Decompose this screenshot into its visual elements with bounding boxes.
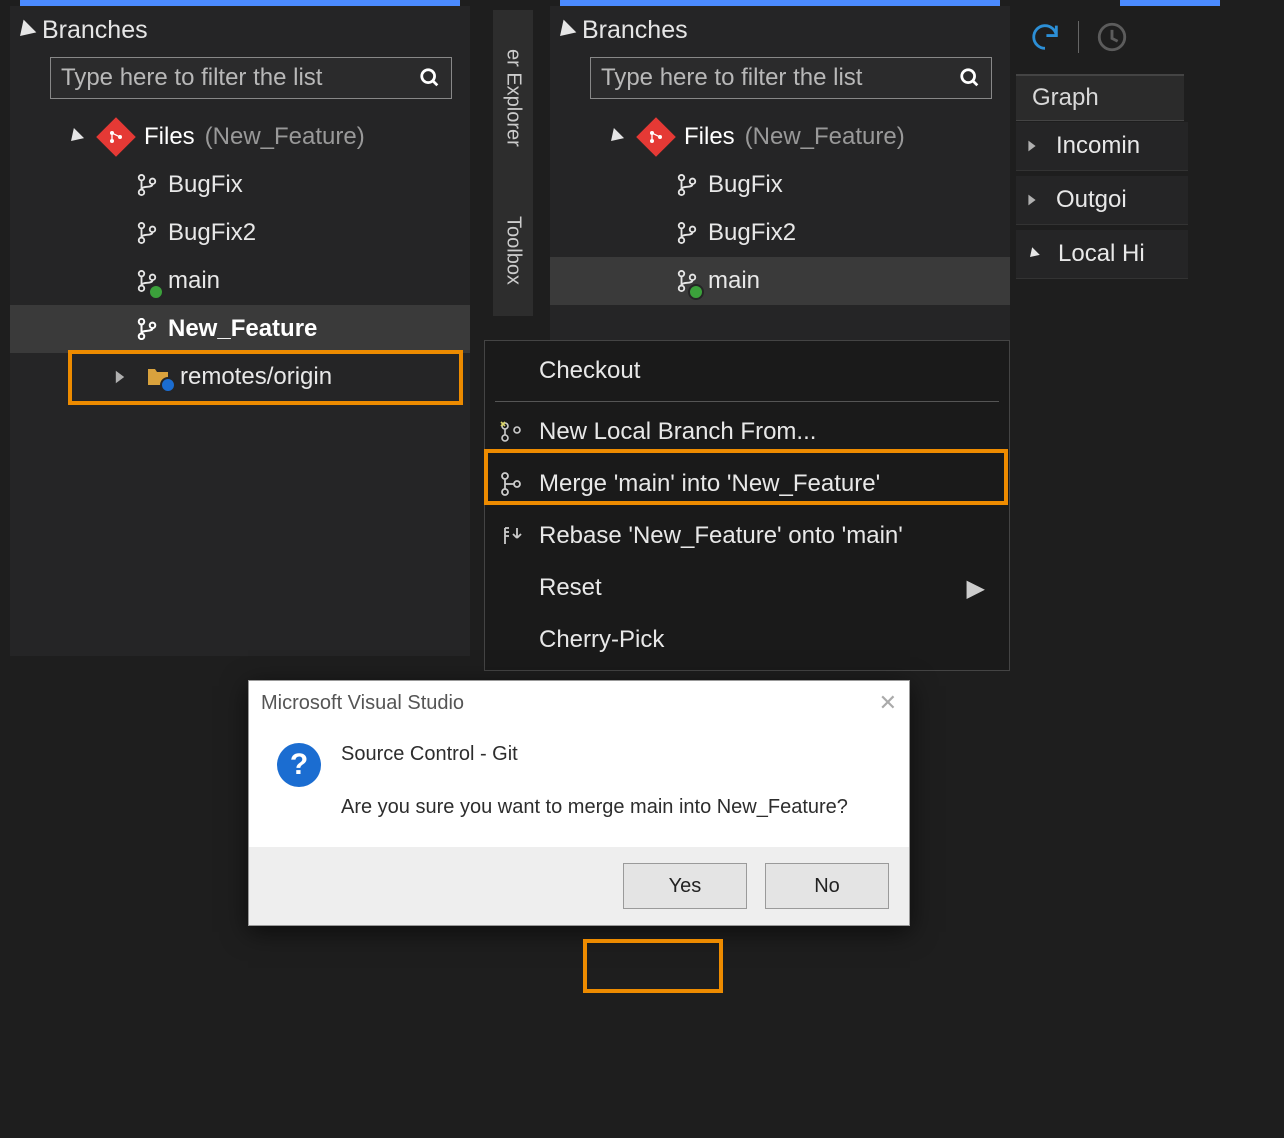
- expand-icon: [66, 128, 84, 146]
- expand-icon: [14, 19, 37, 42]
- branch-item-bugfix[interactable]: BugFix: [10, 161, 470, 209]
- yes-button[interactable]: Yes: [623, 863, 747, 909]
- files-label: Files: [684, 123, 735, 151]
- branches-header[interactable]: Branches: [10, 6, 470, 51]
- repo-node[interactable]: Files (New_Feature): [10, 113, 470, 161]
- branches-title: Branches: [42, 16, 148, 45]
- fetch-icon[interactable]: [1095, 20, 1129, 54]
- expand-icon: [1028, 141, 1035, 152]
- expand-icon: [1026, 247, 1040, 261]
- menu-checkout[interactable]: Checkout: [485, 345, 1009, 397]
- menu-merge[interactable]: Merge 'main' into 'New_Feature': [485, 458, 1009, 510]
- branch-icon: [136, 270, 158, 292]
- up-arrow-badge-icon: [148, 284, 164, 300]
- branch-label: main: [168, 267, 220, 295]
- branches-panel-left: Branches Type here to filter the list Fi…: [10, 6, 470, 656]
- separator: [1078, 21, 1079, 53]
- dialog-message: Are you sure you want to merge main into…: [341, 796, 848, 819]
- branch-icon: [676, 222, 698, 244]
- branch-label: main: [708, 267, 760, 295]
- filter-input[interactable]: Type here to filter the list: [590, 57, 992, 99]
- branch-tree: Files (New_Feature) BugFix BugFix2 main …: [10, 109, 470, 405]
- filter-input[interactable]: Type here to filter the list: [50, 57, 452, 99]
- branch-item-bugfix[interactable]: BugFix: [550, 161, 1010, 209]
- remote-badge-icon: [160, 377, 176, 393]
- files-label: Files: [144, 123, 195, 151]
- menu-reset[interactable]: Reset ▶: [485, 562, 1009, 614]
- expand-icon: [1028, 195, 1035, 206]
- context-menu: Checkout New Local Branch From... Merge …: [484, 340, 1010, 671]
- dialog-heading: Source Control - Git: [341, 743, 848, 766]
- new-branch-icon: [497, 418, 525, 446]
- separator: [495, 401, 999, 402]
- expand-icon: [606, 128, 624, 146]
- branch-label: BugFix: [168, 171, 243, 199]
- highlight-box: [583, 939, 723, 993]
- question-icon: ?: [277, 743, 321, 787]
- branches-panel-right: Branches Type here to filter the list Fi…: [550, 6, 1010, 346]
- refresh-icon[interactable]: [1028, 20, 1062, 54]
- side-tab-explorer[interactable]: er Explorer: [493, 10, 533, 186]
- branch-label: BugFix2: [168, 219, 256, 247]
- git-icon: [96, 117, 136, 157]
- side-tab-toolbox[interactable]: Toolbox: [493, 184, 533, 316]
- branch-icon: [136, 318, 158, 340]
- no-button[interactable]: No: [765, 863, 889, 909]
- search-icon[interactable]: [419, 67, 441, 89]
- branch-tree: Files (New_Feature) BugFix BugFix2 main: [550, 109, 1010, 309]
- menu-cherry-pick[interactable]: Cherry-Pick: [485, 614, 1009, 666]
- branch-item-bugfix2[interactable]: BugFix2: [10, 209, 470, 257]
- graph-header[interactable]: Graph: [1016, 74, 1184, 121]
- branches-header[interactable]: Branches: [550, 6, 1010, 51]
- menu-new-branch[interactable]: New Local Branch From...: [485, 406, 1009, 458]
- toolbar: [1028, 20, 1129, 54]
- close-icon[interactable]: ✕: [879, 690, 897, 716]
- branch-icon: [136, 222, 158, 244]
- remotes-node[interactable]: remotes/origin: [10, 353, 470, 401]
- files-branch: (New_Feature): [745, 123, 905, 151]
- branches-title: Branches: [582, 16, 688, 45]
- search-icon[interactable]: [959, 67, 981, 89]
- merge-icon: [497, 470, 525, 498]
- confirm-dialog: Microsoft Visual Studio ✕ ? Source Contr…: [248, 680, 910, 926]
- menu-rebase[interactable]: Rebase 'New_Feature' onto 'main': [485, 510, 1009, 562]
- branch-label: BugFix2: [708, 219, 796, 247]
- remotes-label: remotes/origin: [180, 363, 332, 391]
- branch-item-newfeature[interactable]: New_Feature: [10, 305, 470, 353]
- git-icon: [636, 117, 676, 157]
- branch-icon: [136, 174, 158, 196]
- up-arrow-badge-icon: [688, 284, 704, 300]
- folder-icon: [146, 367, 170, 387]
- branch-item-main[interactable]: main: [10, 257, 470, 305]
- branch-icon: [676, 270, 698, 292]
- repo-node[interactable]: Files (New_Feature): [550, 113, 1010, 161]
- branch-label: New_Feature: [168, 315, 317, 343]
- rebase-icon: [497, 522, 525, 550]
- incoming-section[interactable]: Incomin: [1016, 122, 1188, 171]
- outgoing-section[interactable]: Outgoi: [1016, 176, 1188, 225]
- filter-placeholder: Type here to filter the list: [61, 64, 322, 92]
- dialog-title: Microsoft Visual Studio: [261, 692, 464, 715]
- branch-label: BugFix: [708, 171, 783, 199]
- local-history-section[interactable]: Local Hi: [1016, 230, 1188, 279]
- branch-item-bugfix2[interactable]: BugFix2: [550, 209, 1010, 257]
- filter-placeholder: Type here to filter the list: [601, 64, 862, 92]
- expand-icon: [554, 19, 577, 42]
- branch-item-main[interactable]: main: [550, 257, 1010, 305]
- files-branch: (New_Feature): [205, 123, 365, 151]
- expand-icon: [116, 371, 124, 384]
- chevron-right-icon: ▶: [967, 574, 985, 603]
- branch-icon: [676, 174, 698, 196]
